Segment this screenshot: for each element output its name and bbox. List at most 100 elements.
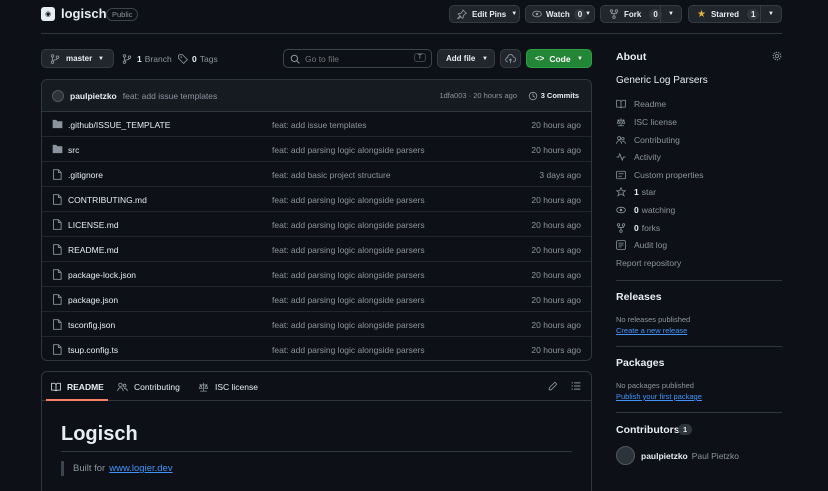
file-name[interactable]: package.json	[68, 295, 118, 305]
commit-message[interactable]: feat: add issue templates	[123, 91, 218, 101]
table-row[interactable]: .gitignore feat: add basic project struct…	[42, 162, 591, 187]
branch-icon	[122, 54, 132, 64]
outline-list-icon[interactable]	[571, 381, 581, 391]
code-button[interactable]: <> Code ▼	[526, 49, 592, 68]
table-row[interactable]: README.md feat: add parsing logic alongsi…	[42, 237, 591, 262]
table-row[interactable]: package.json feat: add parsing logic alon…	[42, 287, 591, 312]
table-row[interactable]: tsup.config.ts feat: add parsing logic al…	[42, 337, 591, 360]
edit-pins-button[interactable]: Edit Pins ▼	[449, 5, 520, 23]
file-browser: paulpietzko feat: add issue templates 1d…	[41, 79, 592, 361]
file-commit-message[interactable]: feat: add issue templates	[272, 120, 367, 130]
about-title: About	[616, 51, 647, 63]
table-row[interactable]: CONTRIBUTING.md feat: add parsing logic a…	[42, 187, 591, 212]
sidebar-item-activity[interactable]: Activity	[616, 152, 661, 162]
sidebar-item-license[interactable]: ISC license	[616, 117, 677, 127]
table-row[interactable]: tsconfig.json feat: add parsing logic alo…	[42, 312, 591, 337]
commit-author[interactable]: paulpietzko	[70, 91, 117, 101]
file-commit-time: 20 hours ago	[531, 270, 581, 280]
file-name[interactable]: tsup.config.ts	[68, 345, 118, 355]
file-commit-message[interactable]: feat: add parsing logic alongside parser…	[272, 220, 425, 230]
star-icon	[616, 187, 634, 197]
file-name[interactable]: tsconfig.json	[68, 320, 115, 330]
tab-license[interactable]: ISC license	[198, 372, 258, 401]
branch-select-button[interactable]: master ▼	[41, 49, 114, 68]
shortcut-key-badge: T	[413, 53, 426, 62]
file-name[interactable]: README.md	[68, 245, 119, 255]
file-commit-message[interactable]: feat: add parsing logic alongside parser…	[272, 320, 425, 330]
file-commit-message[interactable]: feat: add parsing logic alongside parser…	[272, 345, 425, 355]
contributor-login[interactable]: paulpietzko	[641, 451, 688, 461]
contributors-title[interactable]: Contributors	[616, 424, 680, 436]
file-commit-message[interactable]: feat: add parsing logic alongside parser…	[272, 295, 425, 305]
file-commit-message[interactable]: feat: add parsing logic alongside parser…	[272, 195, 425, 205]
table-row[interactable]: LICENSE.md feat: add parsing logic alongs…	[42, 212, 591, 237]
sidebar-audit-label: Audit log	[634, 240, 668, 250]
add-file-button[interactable]: Add file ▼	[437, 49, 495, 68]
commits-label: Commits	[546, 91, 579, 100]
table-row[interactable]: src feat: add parsing logic alongside par…	[42, 137, 591, 162]
file-commit-message[interactable]: feat: add parsing logic alongside parser…	[272, 145, 425, 155]
file-icon	[52, 294, 62, 305]
file-commit-message[interactable]: feat: add basic project structure	[272, 170, 391, 180]
branches-link[interactable]: 1 Branch	[122, 54, 172, 64]
repo-avatar[interactable]: ◉	[41, 7, 55, 21]
commits-link[interactable]: 3 Commits	[528, 91, 579, 101]
sidebar-custom-label: Custom properties	[634, 170, 704, 180]
create-release-link[interactable]: Create a new release	[616, 326, 687, 335]
fork-button[interactable]: Fork 0 ▼	[600, 5, 682, 23]
file-name[interactable]: package-lock.json	[68, 270, 136, 280]
website-link[interactable]: www.logier.dev	[109, 463, 172, 474]
repo-name[interactable]: logisch	[61, 6, 107, 21]
tags-label: Tags	[199, 54, 218, 64]
report-repository-link[interactable]: Report repository	[616, 258, 681, 268]
sidebar-item-custom-properties[interactable]: Custom properties	[616, 170, 703, 180]
releases-title[interactable]: Releases	[616, 291, 662, 303]
sidebar-item-readme[interactable]: Readme	[616, 99, 666, 109]
go-to-file-input[interactable]	[305, 53, 410, 64]
file-name[interactable]: CONTRIBUTING.md	[68, 195, 147, 205]
folder-icon	[52, 119, 63, 129]
tab-contributing[interactable]: Contributing	[117, 372, 180, 401]
sidebar-item-watching[interactable]: 0 watching	[616, 205, 675, 215]
eye-icon	[532, 9, 542, 19]
file-icon	[52, 319, 62, 330]
sidebar-item-audit-log[interactable]: Audit log	[616, 240, 667, 250]
sidebar-item-forks[interactable]: 0 forks	[616, 223, 660, 233]
table-row[interactable]: .github/ISSUE_TEMPLATE feat: add issue te…	[42, 112, 591, 137]
codespace-upload-button[interactable]	[500, 49, 521, 68]
commit-hash-time[interactable]: 1dfa003 · 20 hours ago	[439, 91, 517, 100]
chevron-down-icon[interactable]: ▼	[668, 11, 674, 17]
author-avatar[interactable]	[52, 89, 64, 102]
edit-pencil-icon[interactable]	[548, 381, 558, 391]
star-button[interactable]: ★ Starred 1 ▼	[688, 5, 782, 23]
contributor-item[interactable]: paulpietzko Paul Pietzko	[616, 446, 739, 465]
tab-readme-label: README	[67, 381, 104, 392]
watch-button[interactable]: Watch 0 ▼	[525, 5, 595, 23]
tab-readme[interactable]: README	[51, 372, 104, 401]
file-list: .github/ISSUE_TEMPLATE feat: add issue te…	[42, 112, 591, 360]
file-name[interactable]: .github/ISSUE_TEMPLATE	[68, 120, 170, 130]
table-row[interactable]: package-lock.json feat: add parsing logic…	[42, 262, 591, 287]
chevron-down-icon: ▼	[585, 11, 591, 17]
sidebar-watching-count: 0	[634, 205, 639, 215]
sidebar-item-contributing[interactable]: Contributing	[616, 135, 680, 145]
contributor-avatar[interactable]	[616, 446, 635, 465]
tags-link[interactable]: 0 Tags	[178, 54, 218, 64]
file-name[interactable]: .gitignore	[68, 170, 103, 180]
sidebar-forks-label: forks	[641, 223, 661, 233]
file-icon	[52, 244, 62, 255]
chevron-down-icon[interactable]: ▼	[768, 11, 774, 17]
readme-title-rule	[61, 451, 572, 452]
fork-icon	[609, 9, 619, 19]
no-packages-text: No packages published	[616, 381, 694, 390]
file-name[interactable]: LICENSE.md	[68, 220, 119, 230]
file-commit-message[interactable]: feat: add parsing logic alongside parser…	[272, 270, 425, 280]
go-to-file-search[interactable]: T	[283, 49, 432, 68]
history-icon	[528, 91, 538, 101]
sidebar-item-stars[interactable]: 1 star	[616, 187, 656, 197]
file-commit-message[interactable]: feat: add parsing logic alongside parser…	[272, 245, 425, 255]
gear-icon[interactable]	[772, 51, 782, 61]
publish-package-link[interactable]: Publish your first package	[616, 392, 702, 401]
file-name[interactable]: src	[68, 145, 79, 155]
packages-title[interactable]: Packages	[616, 357, 664, 369]
